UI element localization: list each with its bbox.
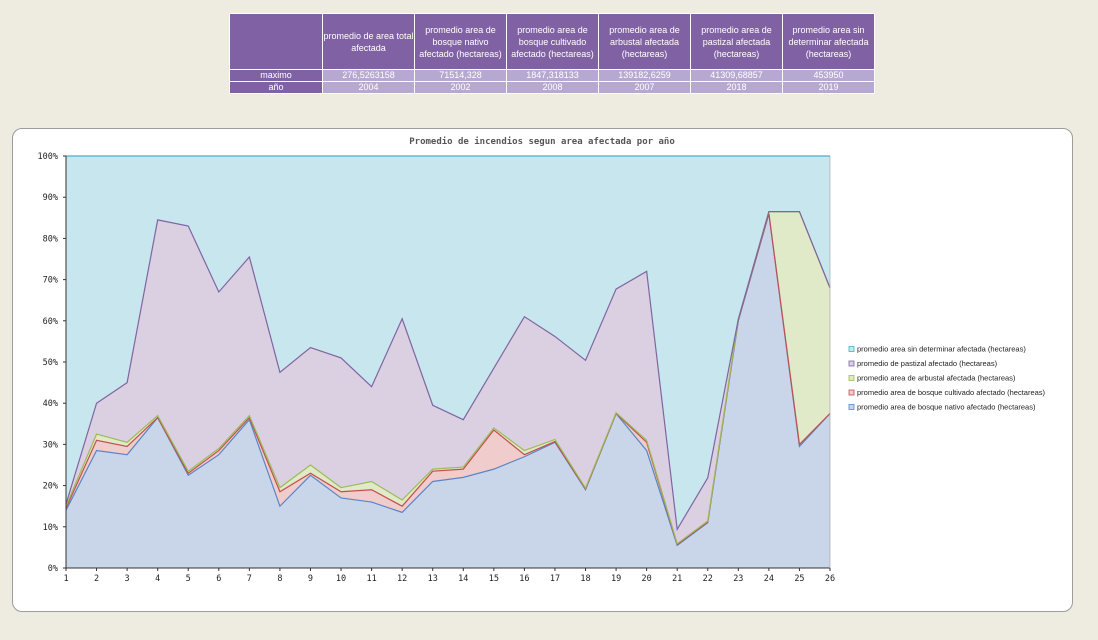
table-cell: 2004 [322,81,415,94]
legend-label: promedio area sin determinar afectada (h… [857,345,1026,354]
table-cell: 2007 [598,81,691,94]
header-bosque-nativo: promedio area de bosque nativo afectado … [414,13,507,70]
x-tick-label: 22 [703,574,713,584]
legend-swatch [848,375,855,381]
header-pastizal: promedio area de pastizal afectada (hect… [690,13,783,70]
x-tick-label: 1 [63,574,68,584]
y-tick-label: 90% [43,193,58,203]
x-tick-label: 15 [489,574,499,584]
legend-swatch [848,404,855,410]
x-tick-label: 14 [458,574,468,584]
header-sin-determinar: promedio area sin determinar afectada (h… [782,13,875,70]
x-tick-label: 25 [794,574,804,584]
x-tick-label: 3 [125,574,130,584]
x-tick-label: 26 [825,574,835,584]
y-tick-label: 30% [43,440,58,450]
legend-label: promedio area de bosque cultivado afecta… [857,388,1046,397]
y-tick-label: 100% [38,152,58,162]
x-tick-label: 21 [672,574,682,584]
table-cell: 2002 [414,81,507,94]
area-chart: Promedio de incendios segun area afectad… [38,136,1046,584]
x-tick-label: 20 [642,574,652,584]
chart-panel[interactable]: Promedio de incendios segun area afectad… [12,128,1073,612]
stats-table: promedio de area total afectada promedio… [229,13,875,94]
table-cell: 2008 [506,81,599,94]
series-areas [66,156,830,568]
table-cell: 2018 [690,81,783,94]
y-tick-label: 60% [43,317,58,327]
y-tick-label: 50% [43,358,58,368]
table-cell: 453950 [782,69,875,82]
legend-item-0[interactable]: promedio area de bosque nativo afectado … [848,403,1036,412]
y-tick-label: 0% [48,564,58,574]
x-tick-label: 7 [247,574,252,584]
x-tick-label: 19 [611,574,621,584]
table-cell: 276,5263158 [322,69,415,82]
table-cell: 71514,328 [414,69,507,82]
legend-swatch [848,346,855,352]
x-tick-label: 10 [336,574,346,584]
legend-swatch [848,389,855,396]
x-tick-label: 6 [216,574,221,584]
legend-item-3[interactable]: promedio de pastizal afectado (hectareas… [848,359,998,368]
x-tick-label: 17 [550,574,560,584]
table-cell: 41309,68857 [690,69,783,82]
x-tick-label: 5 [186,574,191,584]
stats-header-corner [229,13,323,70]
y-tick-label: 80% [43,234,58,244]
y-tick-label: 10% [43,523,58,533]
legend-swatch [848,360,855,367]
x-tick-label: 2 [94,574,99,584]
header-total: promedio de area total afectada [322,13,415,70]
x-tick-label: 24 [764,574,774,584]
y-tick-label: 20% [43,482,58,492]
stats-row-maximo: maximo 276,5263158 71514,328 1847,318133… [229,69,875,82]
legend-item-4[interactable]: promedio area sin determinar afectada (h… [848,345,1026,354]
x-tick-label: 12 [397,574,407,584]
legend-item-1[interactable]: promedio area de bosque cultivado afecta… [848,388,1046,397]
row-label: maximo [229,69,323,82]
header-bosque-cultivado: promedio area de bosque cultivado afecta… [506,13,599,70]
legend-label: promedio area de arbustal afectada (hect… [857,374,1016,383]
legend-label: promedio de pastizal afectado (hectareas… [857,359,998,368]
legend-item-2[interactable]: promedio area de arbustal afectada (hect… [848,374,1016,383]
table-cell: 2019 [782,81,875,94]
legend-label: promedio area de bosque nativo afectado … [857,403,1036,412]
table-cell: 1847,318133 [506,69,599,82]
x-tick-label: 8 [277,574,282,584]
y-tick-label: 40% [43,399,58,409]
x-tick-label: 9 [308,574,313,584]
x-tick-label: 11 [366,574,376,584]
header-arbustal: promedio area de arbustal afectada (hect… [598,13,691,70]
table-cell: 139182,6259 [598,69,691,82]
chart-title: Promedio de incendios segun area afectad… [409,136,675,147]
stats-header-row: promedio de area total afectada promedio… [229,13,875,70]
x-tick-label: 16 [519,574,529,584]
x-tick-label: 13 [428,574,438,584]
x-tick-label: 23 [733,574,743,584]
stats-row-anio: año 2004 2002 2008 2007 2018 2019 [229,81,875,94]
x-tick-label: 4 [155,574,160,584]
legend[interactable]: promedio area sin determinar afectada (h… [848,345,1046,412]
y-tick-label: 70% [43,276,58,286]
x-tick-label: 18 [580,574,590,584]
row-label: año [229,81,323,94]
